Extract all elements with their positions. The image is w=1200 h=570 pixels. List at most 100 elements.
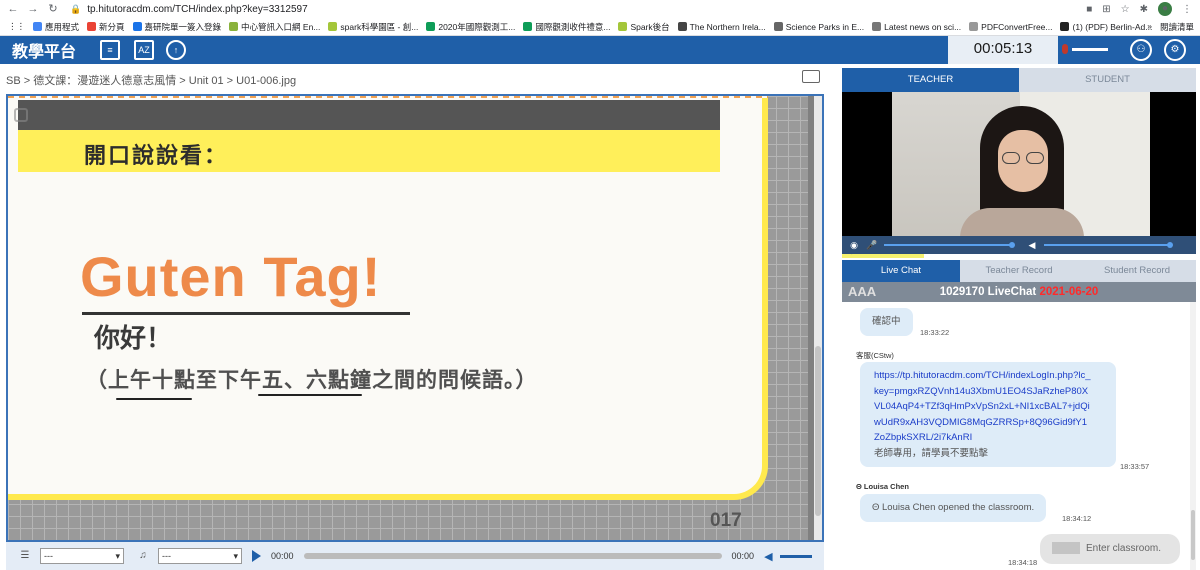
bookmark-item[interactable]: Spark後台 <box>618 21 670 33</box>
forward-icon[interactable]: → <box>26 2 40 16</box>
greeting-word: Guten Tag! <box>80 245 382 308</box>
media-progress-track[interactable] <box>303 553 722 559</box>
bookmark-item[interactable]: 新分頁 <box>87 21 125 33</box>
chat-scrollbar[interactable] <box>1190 302 1196 570</box>
bookmark-item[interactable]: spark科學園區 - 創... <box>328 21 418 33</box>
login-link[interactable]: wUdR9xAH3VQDMIG8MqGZRRSp+8Q96Gid9fY1 <box>874 415 1102 431</box>
media-time-end: 00:00 <box>731 551 755 561</box>
login-link[interactable]: https://tp.hitutoracdm.com/TCH/indexLogI… <box>874 368 1102 384</box>
mic-level-bar <box>1072 48 1108 51</box>
chat-message: Θ Louisa Chen opened the classroom. <box>860 494 1047 522</box>
profile-avatar[interactable]: ● <box>1158 2 1172 16</box>
microphone-icon[interactable]: 🎤 <box>866 239 878 251</box>
chat-message: https://tp.hitutoracdm.com/TCH/indexLogI… <box>860 362 1116 467</box>
bookmark-item[interactable]: 中心管訊入口網 En... <box>229 21 320 33</box>
message-time: 18:34:12 <box>1062 514 1092 523</box>
breadcrumb: SB > 德文課：漫遊迷人德意志風情 > Unit 01 > U01-006.j… <box>6 75 297 87</box>
browser-toolbar: ← → ↻ 🔒 tp.hitutoracdm.com/TCH/index.php… <box>0 0 1200 18</box>
apps-icon[interactable]: ⋮⋮ <box>8 21 25 32</box>
bookmark-item[interactable]: The Northern Irela... <box>677 22 766 32</box>
leaf-icon <box>229 22 239 31</box>
academia-icon <box>1060 22 1070 31</box>
bookmark-item[interactable]: 2020年國際觀測工... <box>426 21 515 33</box>
play-icon[interactable] <box>252 550 261 562</box>
reading-list[interactable]: 閱讀清單 <box>1160 21 1194 33</box>
tab-live-chat[interactable]: Live Chat <box>842 260 960 282</box>
address-bar[interactable]: 🔒 tp.hitutoracdm.com/TCH/index.php?key=3… <box>70 4 308 15</box>
lock-icon[interactable] <box>14 108 28 122</box>
star-icon[interactable]: ☆ <box>1121 4 1130 15</box>
chat-date: 2021-06-20 <box>1039 286 1099 298</box>
webcam-icon[interactable]: ◉ <box>848 239 860 251</box>
menu-icon[interactable]: ⋮ <box>1182 4 1192 15</box>
bookmark-item[interactable]: 國際觀測收件禮意... <box>523 21 610 33</box>
cloud-upload-icon[interactable]: ↑ <box>166 40 186 60</box>
login-link[interactable]: VL04AqP4+TZf3qHmPxVpSn2xL+NI1xcBAL7+jdQi <box>874 399 1102 415</box>
page-number: 017 <box>710 510 742 531</box>
lock-icon: 🔒 <box>70 3 82 14</box>
chat-header: 1029170 LiveChat 2021-06-20 <box>842 282 1196 302</box>
document-list-icon[interactable]: ≡ <box>100 40 120 60</box>
bookmark-item[interactable]: Latest news on sci... <box>872 22 961 32</box>
message-time: 18:33:22 <box>920 328 950 337</box>
playlist-icon[interactable]: ☰ <box>16 549 34 563</box>
handwritten-underline <box>116 398 192 400</box>
login-link[interactable]: ZoZbpkSXRL/2i7kAnRI <box>874 430 1102 446</box>
message-text: Enter classroom. <box>1086 543 1162 554</box>
handwritten-underline <box>258 394 362 396</box>
font-size-toggle[interactable]: AAA <box>848 284 876 299</box>
bookmark-item[interactable]: 嘉研院單一簽入登錄 <box>132 21 221 33</box>
bookmark-item[interactable]: PDFConvertFree... <box>969 22 1052 32</box>
users-icon[interactable]: ⚇ <box>1130 39 1152 61</box>
tab-teacher-record[interactable]: Teacher Record <box>960 260 1078 282</box>
message-time: 18:33:57 <box>1120 462 1150 471</box>
viewer-scrollbar[interactable] <box>814 96 822 540</box>
media-select-1[interactable]: --- <box>40 548 124 564</box>
speaker-volume-slider[interactable] <box>1044 242 1173 248</box>
settings-gear-icon[interactable]: ⚙ <box>1164 39 1186 61</box>
scrollbar-thumb[interactable] <box>1191 510 1195 560</box>
bookmark-icon <box>677 22 687 31</box>
message-text: Θ Louisa Chen opened the classroom. <box>872 502 1035 513</box>
back-icon[interactable]: ← <box>6 2 20 16</box>
leaf-icon <box>618 22 628 31</box>
document-viewer[interactable]: 開口說說看： Guten Tag! 你好！ （上午十點至下午五、六點鐘之間的問候… <box>6 94 824 542</box>
extensions-icon[interactable]: ✱ <box>1140 4 1148 15</box>
audio-list-icon[interactable]: ♫ <box>134 549 152 563</box>
reload-icon[interactable]: ↻ <box>46 2 60 16</box>
sort-az-icon[interactable]: AZ <box>134 40 154 60</box>
media-select-2[interactable]: --- <box>158 548 242 564</box>
section-title: 開口說說看： <box>84 143 229 168</box>
mic-volume-slider[interactable] <box>884 242 1015 248</box>
speaker-icon[interactable]: ◀ <box>1026 239 1038 251</box>
tab-student[interactable]: STUDENT <box>1019 68 1196 92</box>
building-icon <box>773 22 783 31</box>
lesson-card: 開口說說看： Guten Tag! 你好！ （上午十點至下午五、六點鐘之間的問候… <box>8 96 768 500</box>
volume-icon[interactable]: ◀ <box>764 550 776 563</box>
chat-messages: 確認中 18:33:22 客服(CStw) https://tp.hitutor… <box>842 302 1196 570</box>
translation-text: 你好！ <box>94 323 173 353</box>
bookmarks-more[interactable]: » <box>1147 21 1152 33</box>
sheets-icon <box>426 22 436 31</box>
camera-icon[interactable]: ■ <box>1086 4 1092 15</box>
tab-teacher[interactable]: TEACHER <box>842 68 1019 92</box>
globe-icon <box>872 22 882 31</box>
brand-title: 教學平台 <box>12 44 77 61</box>
bookmark-item[interactable]: Science Parks in E... <box>773 22 864 32</box>
login-link[interactable]: key=pmgxRZQVnh14u3XbmU1EO4SJaRzheP80X <box>874 384 1102 400</box>
bookmark-item[interactable]: (1) (PDF) Berlin-Ad... <box>1060 22 1152 32</box>
app-header: 教學平台 ≡ AZ ↑ 00:05:13 ⚇ ⚙ <box>0 36 1200 64</box>
glasses-left <box>1002 152 1020 164</box>
sheets-icon <box>523 22 533 31</box>
chat-message-self: Enter classroom. <box>1040 534 1180 564</box>
tab-student-record[interactable]: Student Record <box>1078 260 1196 282</box>
class-timer: 00:05:13 <box>948 36 1058 64</box>
folder-open-icon[interactable] <box>802 70 820 83</box>
message-time: 18:34:18 <box>1008 558 1038 567</box>
scrollbar-thumb[interactable] <box>815 346 821 516</box>
bookmark-item[interactable]: 應用程式 <box>33 21 79 33</box>
usage-note: （上午十點至下午五、六點鐘之間的問候語。） <box>86 369 538 392</box>
google-icon <box>87 22 97 31</box>
volume-slider[interactable] <box>780 554 813 558</box>
translate-icon[interactable]: ⊞ <box>1102 4 1110 15</box>
